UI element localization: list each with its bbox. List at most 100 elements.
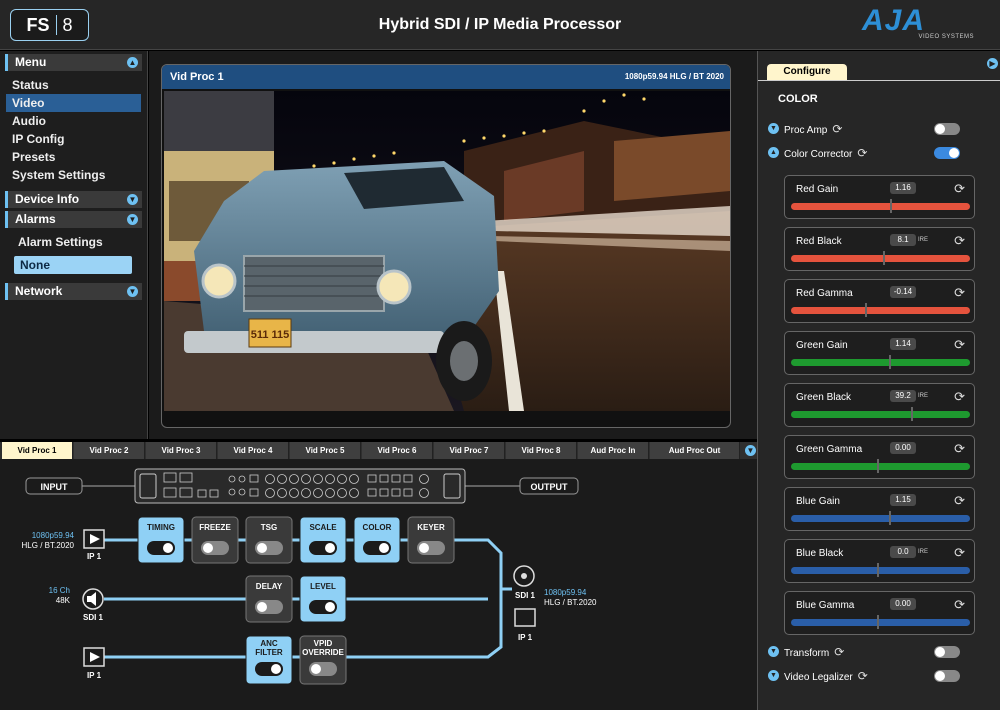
sidebar-item-system-settings[interactable]: System Settings: [6, 166, 141, 184]
menu-header[interactable]: Menu ▲: [5, 54, 142, 71]
alarms-header[interactable]: Alarms ▼: [5, 211, 142, 228]
slider-thumb[interactable]: [877, 563, 879, 577]
reset-icon[interactable]: ⟳: [954, 181, 965, 197]
slider-thumb[interactable]: [883, 251, 885, 265]
red-gain-slider[interactable]: [791, 203, 970, 210]
chevron-down-icon[interactable]: ▼: [127, 286, 138, 297]
block-timing[interactable]: TIMING: [137, 516, 185, 564]
refresh-icon[interactable]: ⟳: [857, 146, 867, 160]
param-value[interactable]: 1.14: [890, 338, 916, 350]
tab-vid-proc-7[interactable]: Vid Proc 7: [434, 442, 505, 459]
tab-aud-proc-out[interactable]: Aud Proc Out: [650, 442, 740, 459]
chevron-down-icon[interactable]: ▼: [768, 646, 779, 657]
tab-vid-proc-5[interactable]: Vid Proc 5: [290, 442, 361, 459]
tab-configure[interactable]: Configure: [767, 64, 847, 80]
param-value[interactable]: 0.00: [890, 598, 916, 610]
sidebar-item-presets[interactable]: Presets: [6, 148, 141, 166]
slider-thumb[interactable]: [889, 355, 891, 369]
sidebar: Menu ▲ Status Video Audio IP Config Prese…: [0, 51, 148, 439]
video-legalizer-toggle[interactable]: [934, 670, 960, 682]
chevron-down-icon[interactable]: ▼: [745, 445, 756, 456]
transform-toggle[interactable]: [934, 646, 960, 658]
video-legalizer-label: Video Legalizer: [784, 672, 853, 683]
reset-icon[interactable]: ⟳: [954, 389, 965, 405]
sidebar-item-ip-config[interactable]: IP Config: [6, 130, 141, 148]
video-frame-image: 511 115: [164, 91, 730, 411]
param-unit: IRE: [918, 549, 929, 555]
param-value[interactable]: 1.16: [890, 182, 916, 194]
chevron-up-icon[interactable]: ▲: [127, 57, 138, 68]
sidebar-item-audio[interactable]: Audio: [6, 112, 141, 130]
color-corrector-toggle[interactable]: [934, 147, 960, 159]
block-level[interactable]: LEVEL: [299, 575, 347, 623]
reset-icon[interactable]: ⟳: [954, 441, 965, 457]
tab-vid-proc-8[interactable]: Vid Proc 8: [506, 442, 577, 459]
slider-thumb[interactable]: [890, 199, 892, 213]
slider-thumb[interactable]: [877, 615, 879, 629]
block-delay[interactable]: DELAY: [245, 575, 293, 623]
chevron-up-icon[interactable]: ▲: [768, 147, 779, 158]
viewer-title: Vid Proc 1: [170, 71, 224, 83]
network-header[interactable]: Network ▼: [5, 283, 142, 300]
reset-icon[interactable]: ⟳: [954, 337, 965, 353]
tab-vid-proc-2[interactable]: Vid Proc 2: [74, 442, 145, 459]
reset-icon[interactable]: ⟳: [954, 233, 965, 249]
chevron-down-icon[interactable]: ▼: [127, 194, 138, 205]
red-gamma-slider[interactable]: [791, 307, 970, 314]
reset-icon[interactable]: ⟳: [954, 597, 965, 613]
param-value[interactable]: 39.2: [890, 390, 916, 402]
chevron-down-icon[interactable]: ▼: [127, 214, 138, 225]
block-color[interactable]: COLOR: [353, 516, 401, 564]
chevron-down-icon[interactable]: ▼: [768, 123, 779, 134]
tab-aud-proc-in[interactable]: Aud Proc In: [578, 442, 649, 459]
block-vpid-override[interactable]: VPID OVERRIDE: [299, 635, 347, 685]
color-corrector-row: ▲ Color Corrector ⟳: [768, 144, 988, 162]
blue-gamma-slider[interactable]: [791, 619, 970, 626]
blue-gain-slider[interactable]: [791, 515, 970, 522]
tab-vid-proc-6[interactable]: Vid Proc 6: [362, 442, 433, 459]
tab-vid-proc-4[interactable]: Vid Proc 4: [218, 442, 289, 459]
slider-thumb[interactable]: [877, 459, 879, 473]
block-scale[interactable]: SCALE: [299, 516, 347, 564]
chevron-right-icon[interactable]: ▶: [987, 58, 998, 69]
green-gain-slider[interactable]: [791, 359, 970, 366]
slider-thumb[interactable]: [865, 303, 867, 317]
refresh-icon[interactable]: ⟳: [858, 669, 868, 683]
signal-flow-diagram: INPUT OUTPUT 1080p59.94 HLG / BT.2020 IP…: [22, 468, 597, 685]
slider-thumb[interactable]: [889, 511, 891, 525]
ip-output-icon[interactable]: [514, 608, 536, 627]
reset-icon[interactable]: ⟳: [954, 545, 965, 561]
block-freeze[interactable]: FREEZE: [191, 516, 239, 564]
refresh-icon[interactable]: ⟳: [834, 645, 844, 659]
green-black-card: Green Black 39.2 IRE ⟳: [784, 383, 975, 427]
green-gamma-card: Green Gamma 0.00 ⟳: [784, 435, 975, 479]
param-value[interactable]: 0.0: [890, 546, 916, 558]
reset-icon[interactable]: ⟳: [954, 285, 965, 301]
chevron-down-icon[interactable]: ▼: [768, 670, 779, 681]
sidebar-item-status[interactable]: Status: [6, 76, 141, 94]
tab-vid-proc-3[interactable]: Vid Proc 3: [146, 442, 217, 459]
output-format: 1080p59.94: [544, 588, 587, 597]
proc-amp-toggle[interactable]: [934, 123, 960, 135]
green-gamma-slider[interactable]: [791, 463, 970, 470]
green-black-slider[interactable]: [791, 411, 970, 418]
param-value[interactable]: 1.15: [890, 494, 916, 506]
param-value[interactable]: 0.00: [890, 442, 916, 454]
slider-thumb[interactable]: [911, 407, 913, 421]
reset-icon[interactable]: ⟳: [954, 493, 965, 509]
param-value[interactable]: 8.1: [890, 234, 916, 246]
block-keyer[interactable]: KEYER: [407, 516, 455, 564]
red-black-slider[interactable]: [791, 255, 970, 262]
block-tsg[interactable]: TSG: [245, 516, 293, 564]
tab-vid-proc-1[interactable]: Vid Proc 1: [2, 442, 73, 459]
refresh-icon[interactable]: ⟳: [832, 122, 842, 136]
scale-label: SCALE: [309, 523, 337, 532]
device-info-header[interactable]: Device Info ▼: [5, 191, 142, 208]
blue-black-slider[interactable]: [791, 567, 970, 574]
sidebar-item-video[interactable]: Video: [6, 94, 141, 112]
param-value[interactable]: -0.14: [890, 286, 916, 298]
vpid-label-2: OVERRIDE: [302, 648, 344, 657]
block-anc-filter[interactable]: ANC FILTER: [245, 635, 293, 685]
input2-channels: 16 Ch: [49, 586, 70, 595]
alarm-settings-select[interactable]: None: [14, 256, 132, 274]
